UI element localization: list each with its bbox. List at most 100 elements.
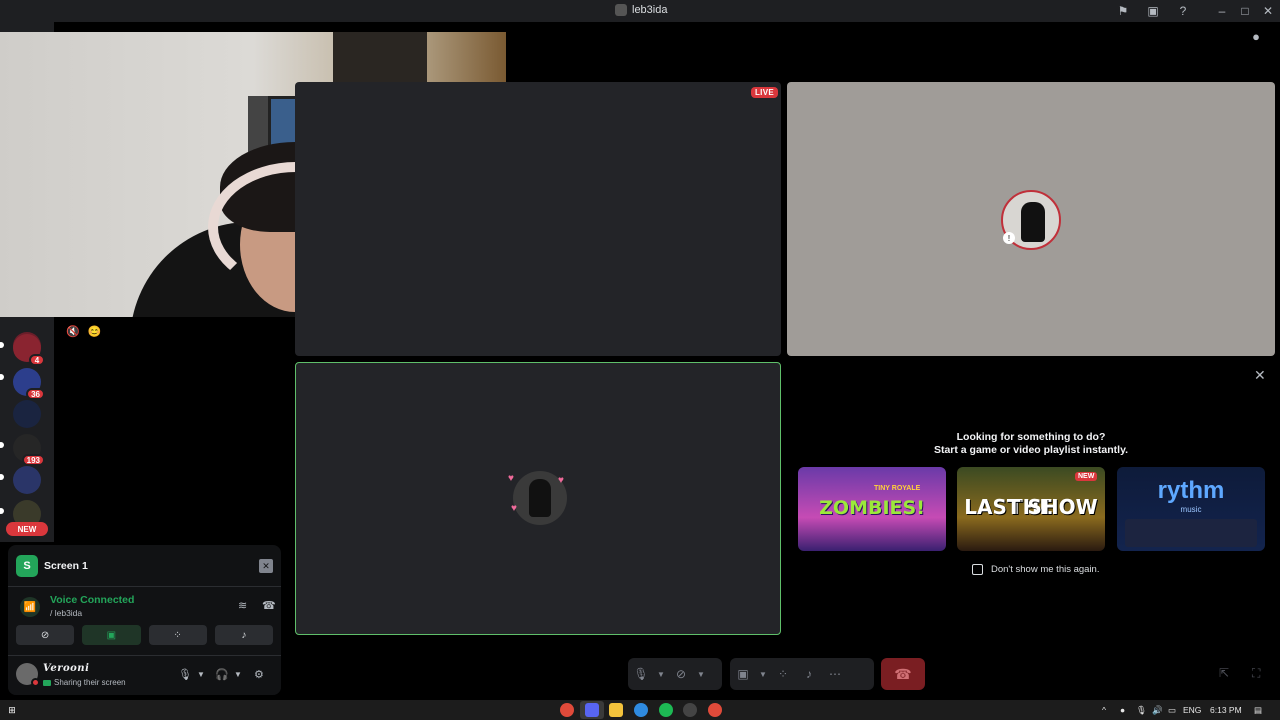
file-explorer-icon[interactable]	[609, 703, 623, 717]
stop-stream-icon[interactable]: ✕	[259, 559, 273, 573]
card-title: ZOMBIES!	[819, 497, 925, 519]
voice-action-buttons: ⊘ ▣ ⁘ ♪	[16, 625, 273, 645]
chevron-down-icon[interactable]: ▼	[694, 670, 708, 679]
stream-tile[interactable]	[295, 82, 781, 356]
microphone-icon[interactable]: 🎙	[628, 661, 654, 687]
chat-icon[interactable]: ●	[1248, 28, 1264, 44]
clock[interactable]: 6:13 PM	[1210, 705, 1242, 715]
minimize-icon[interactable]: –	[1214, 3, 1230, 19]
settings-icon[interactable]: ⚙	[254, 668, 264, 681]
disconnect-icon[interactable]: ☎	[262, 599, 276, 612]
noise-suppression-icon[interactable]: ≋	[238, 599, 247, 612]
flag-icon[interactable]: ⚑	[1115, 3, 1131, 19]
voice-status[interactable]: Voice Connected	[50, 594, 134, 606]
chrome-icon[interactable]	[708, 703, 722, 717]
chevron-down-icon[interactable]: ▼	[234, 670, 242, 679]
window-title-text: leb3ida	[632, 4, 668, 16]
server-icon[interactable]	[13, 400, 41, 428]
close-icon[interactable]: ✕	[1254, 367, 1266, 384]
network-icon[interactable]: ▭	[1168, 705, 1176, 716]
help-icon[interactable]: ?	[1175, 3, 1191, 19]
chrome-icon[interactable]	[560, 703, 574, 717]
activities-button[interactable]: ⁘	[148, 625, 207, 645]
unread-indicator	[0, 442, 4, 448]
signal-icon[interactable]: 📶	[20, 597, 40, 617]
activities-icon[interactable]: ⁘	[770, 661, 796, 687]
voice-connection-row: 📶 Voice Connected / leb3ida ≋ ☎	[16, 593, 276, 621]
tray-app-icon[interactable]: ●	[1120, 705, 1125, 715]
chevron-down-icon[interactable]: ▼	[756, 670, 770, 679]
edge-icon[interactable]	[634, 703, 648, 717]
screen-share-icon: S	[16, 555, 38, 577]
more-icon[interactable]: ⋯	[822, 661, 848, 687]
divider	[8, 586, 281, 587]
server-icon[interactable]	[13, 466, 41, 494]
screen-share-button[interactable]: ▣	[82, 625, 141, 645]
soundboard-button[interactable]: ♪	[214, 625, 273, 645]
voice-panel: S Screen 1 ✕ 📶 Voice Connected / leb3ida…	[8, 545, 281, 695]
mention-badge: 36	[26, 388, 45, 400]
discord-icon[interactable]	[585, 703, 599, 717]
unread-indicator	[0, 342, 4, 348]
participant-tile[interactable]: !	[787, 82, 1275, 356]
chevron-up-icon[interactable]: ^	[1102, 705, 1106, 715]
new-badge: NEW	[6, 522, 48, 536]
screen-share-icon[interactable]: ▣	[730, 661, 756, 687]
monitor-icon	[43, 679, 51, 686]
server-icon[interactable]: 4	[13, 334, 45, 366]
muted-icon: !	[1003, 232, 1015, 244]
activity-card-zombies[interactable]: TINY ROYALE ZOMBIES!	[798, 467, 946, 551]
windows-start-icon[interactable]: ⊞	[5, 703, 19, 717]
activity-controls: ▣ ▼ ⁘ ♪ ⋯	[730, 658, 874, 690]
dont-show-label: Don't show me this again.	[991, 564, 1100, 575]
mic-camera-controls: 🎙 ▼ ⊘ ▼	[628, 658, 722, 690]
soundboard-icon[interactable]: ♪	[796, 661, 822, 687]
chevron-down-icon[interactable]: ▼	[197, 670, 205, 679]
card-tag: TINY ROYALE	[874, 485, 921, 492]
microphone-icon[interactable]: 🎙	[178, 668, 192, 681]
emoji-icon: 😊	[87, 326, 102, 338]
notifications-icon[interactable]: ▤	[1254, 705, 1262, 716]
mention-badge: 4	[29, 354, 45, 366]
popout-icon[interactable]: ⇱	[1219, 666, 1235, 682]
status-dot	[31, 678, 40, 687]
heart-icon: ♥	[508, 473, 514, 484]
unread-indicator	[0, 508, 4, 514]
fullscreen-icon[interactable]: ⛶	[1252, 666, 1268, 682]
voice-user-row[interactable]: 🔇 😊	[66, 325, 101, 338]
maximize-icon[interactable]: □	[1237, 3, 1253, 19]
dont-show-checkbox[interactable]	[972, 564, 983, 575]
screen-share-row[interactable]: S Screen 1 ✕	[16, 554, 273, 578]
activity-subheading: Start a game or video playlist instantly…	[933, 444, 1129, 456]
activity-card-last-show[interactable]: THE LAST SHOW NEW	[957, 467, 1105, 551]
camera-off-icon[interactable]: ⊘	[668, 661, 694, 687]
activity-heading: Looking for something to do?	[956, 431, 1106, 443]
new-badge: NEW	[1075, 472, 1098, 481]
voice-channel[interactable]: / leb3ida	[50, 608, 82, 618]
dont-show-option[interactable]: Don't show me this again.	[972, 564, 1099, 575]
unread-indicator	[0, 474, 4, 480]
discord-app: leb3ida ⚑ ▣ ? – □ ✕ ● 4 4 36 193 NEW	[0, 0, 1280, 700]
camera-toggle-button[interactable]: ⊘	[16, 625, 75, 645]
microphone-icon[interactable]: 🎙	[1136, 705, 1147, 716]
live-badge: LIVE	[751, 87, 778, 98]
activity-card-rythm[interactable]: rythm music	[1117, 467, 1265, 551]
headphones-icon[interactable]: 🎧	[215, 668, 229, 681]
user-avatar[interactable]	[16, 663, 40, 687]
self-video-tile[interactable]: ♥ ♥ ♥	[295, 362, 781, 635]
user-status: Sharing their screen	[43, 678, 126, 687]
server-icon[interactable]: 36	[13, 368, 45, 400]
language-indicator[interactable]: ENG	[1183, 705, 1201, 715]
server-icon[interactable]: 193	[13, 434, 45, 466]
activity-launcher: ✕ Looking for something to do? Start a g…	[787, 362, 1275, 635]
chevron-down-icon[interactable]: ▼	[654, 670, 668, 679]
card-title: LAST SHOW	[964, 495, 1098, 519]
leave-call-button[interactable]: ☎	[881, 658, 925, 690]
screen-icon[interactable]: ▣	[1145, 3, 1161, 19]
spotify-icon[interactable]	[659, 703, 673, 717]
volume-icon[interactable]: 🔊	[1152, 705, 1163, 716]
card-subtitle: music	[1180, 505, 1202, 514]
close-window-icon[interactable]: ✕	[1260, 3, 1276, 19]
username[interactable]: Verooni	[43, 663, 89, 674]
steam-icon[interactable]	[683, 703, 697, 717]
